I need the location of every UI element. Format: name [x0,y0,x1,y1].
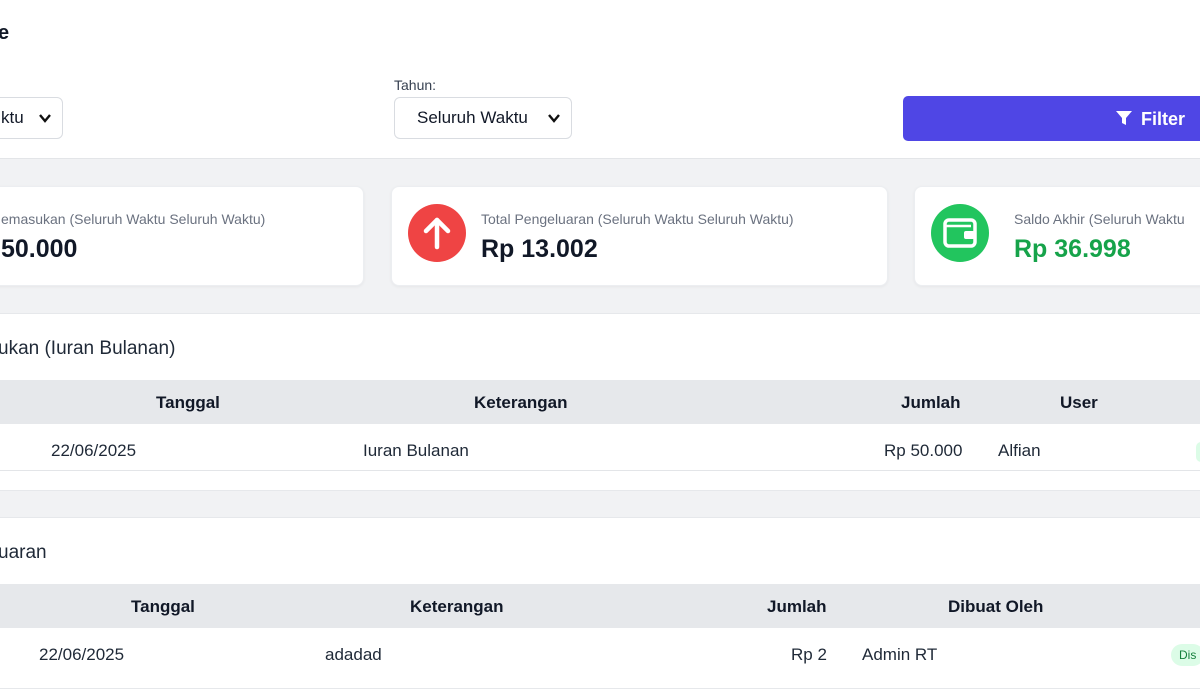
chevron-down-icon [39,114,51,123]
balance-card-amount: Rp 36.998 [1014,235,1131,263]
row-amount: Rp 50.000 [884,441,963,460]
month-select-value: ktu [1,108,24,127]
arrow-up-icon [423,217,451,250]
month-select[interactable]: ktu [0,97,63,139]
expense-section: uaran Tanggal Keterangan Jumlah Dibuat O… [0,517,1200,689]
balance-card-caption: Saldo Akhir (Seluruh Waktu [1014,211,1185,227]
row-divider [0,470,1200,471]
status-badge [1196,442,1200,462]
wallet-icon [943,218,977,248]
row-description: Iuran Bulanan [363,441,469,460]
filter-button[interactable]: Filter [903,96,1200,141]
funnel-icon [1116,111,1132,125]
income-card: emasukan (Seluruh Waktu Seluruh Waktu) 5… [0,186,364,286]
row-date: 22/06/2025 [39,645,125,664]
col-keterangan: Keterangan [410,597,504,616]
income-section: ukan (Iuran Bulanan) Tanggal Keterangan … [0,313,1200,491]
col-user: User [1060,393,1098,412]
filter-button-label: Filter [1141,109,1186,129]
income-card-amount: 50.000 [1,235,78,263]
year-select-value: Seluruh Waktu [417,108,528,127]
chevron-down-icon [548,114,560,123]
expense-card: Total Pengeluaran (Seluruh Waktu Seluruh… [391,186,888,286]
expense-table-header: Tanggal Keterangan Jumlah Dibuat Oleh [0,584,1200,628]
col-keterangan: Keterangan [474,393,568,412]
col-jumlah: Jumlah [767,597,827,616]
col-jumlah: Jumlah [901,393,961,412]
col-tanggal: Tanggal [131,597,195,616]
balance-icon-circle [931,204,989,262]
year-label: Tahun: [394,77,437,93]
page-title: e [0,22,10,44]
income-section-title: ukan (Iuran Bulanan) [0,338,176,359]
expense-card-amount: Rp 13.002 [481,235,598,263]
balance-card: Saldo Akhir (Seluruh Waktu Rp 36.998 [914,186,1200,286]
row-amount: Rp 2 [791,645,827,664]
filter-panel: e ktu Tahun: Seluruh Waktu Filter [0,0,1200,159]
row-description: adadad [325,645,382,664]
row-created-by: Admin RT [862,645,938,664]
col-tanggal: Tanggal [156,393,220,412]
expense-card-caption: Total Pengeluaran (Seluruh Waktu Seluruh… [481,211,794,227]
row-user: Alfian [998,441,1041,460]
row-date: 22/06/2025 [51,441,137,460]
year-select[interactable]: Seluruh Waktu [394,97,572,139]
status-badge: Dis [1171,644,1200,666]
expense-icon-circle [408,204,466,262]
expense-section-title: uaran [0,542,47,563]
income-table-header: Tanggal Keterangan Jumlah User [0,380,1200,424]
income-card-caption: emasukan (Seluruh Waktu Seluruh Waktu) [1,211,266,227]
col-dibuat-oleh: Dibuat Oleh [948,597,1044,616]
